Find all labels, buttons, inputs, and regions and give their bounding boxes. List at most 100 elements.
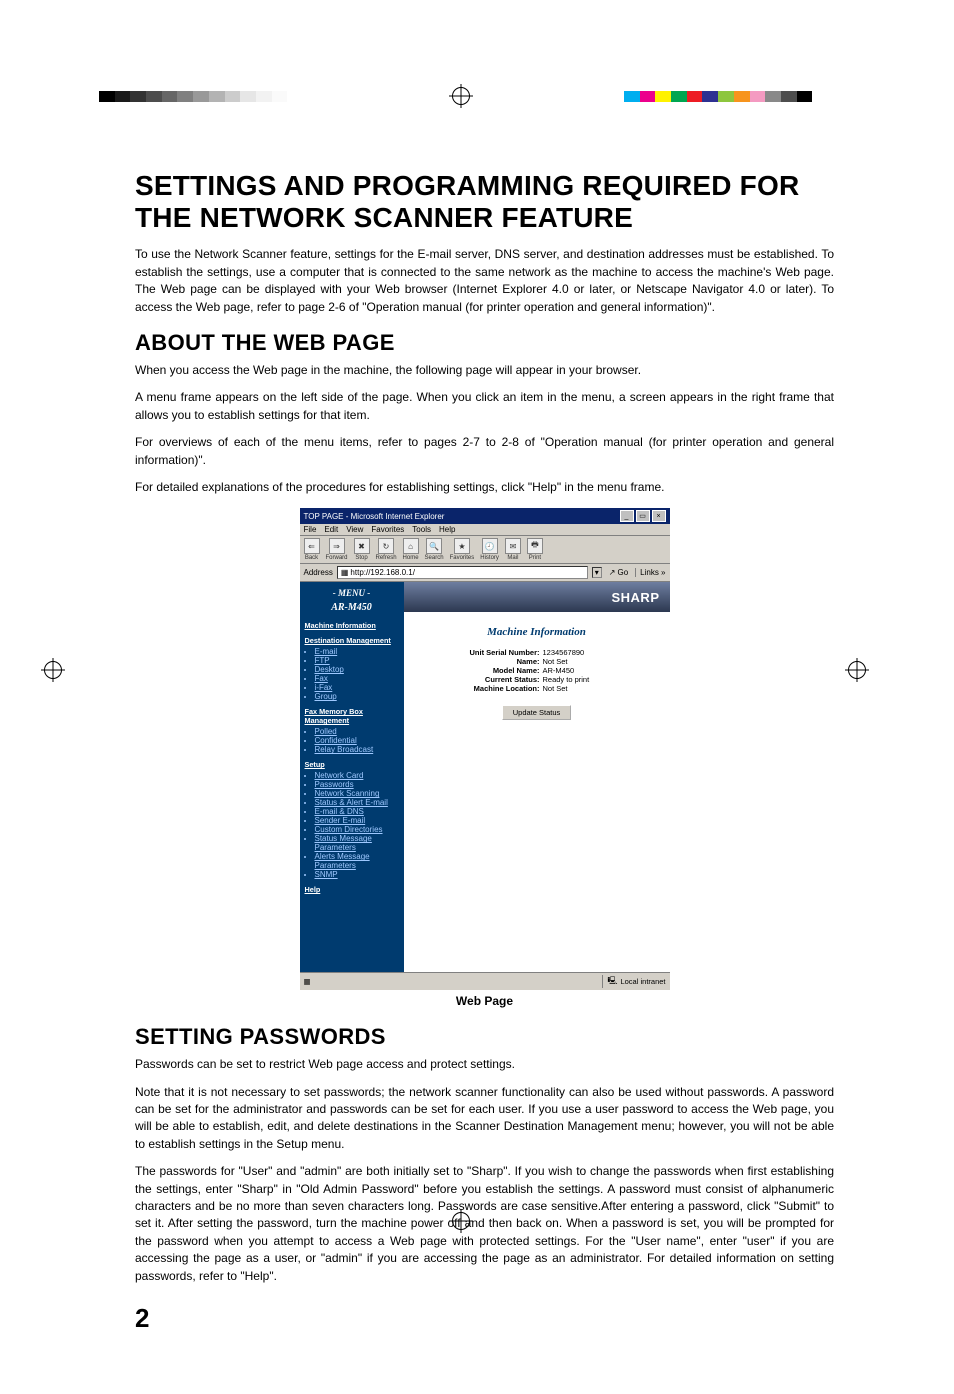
forward-button[interactable]: ⇒Forward <box>326 538 348 561</box>
mi-val-model: AR-M450 <box>543 666 622 675</box>
pw-para-3: The passwords for "User" and "admin" are… <box>135 1163 834 1285</box>
about-para-4: For detailed explanations of the procedu… <box>135 479 834 496</box>
address-dropdown[interactable]: ▾ <box>592 567 602 578</box>
page-icon: ▦ <box>341 568 349 577</box>
registration-mark-right <box>848 661 866 679</box>
mail-button[interactable]: ✉Mail <box>505 538 521 561</box>
registration-mark-left <box>44 661 62 679</box>
search-button[interactable]: 🔍Search <box>425 538 444 561</box>
update-status-button[interactable]: Update Status <box>502 705 572 720</box>
mi-label-status: Current Status: <box>452 675 543 684</box>
menu-favorites[interactable]: Favorites <box>371 525 404 534</box>
menu-help[interactable]: Help <box>439 525 455 534</box>
brand-name: SHARP <box>611 590 659 605</box>
about-para-3: For overviews of each of the menu items,… <box>135 434 834 469</box>
print-button[interactable]: 🖶Print <box>527 538 543 561</box>
menu-tools[interactable]: Tools <box>412 525 431 534</box>
machine-info-link[interactable]: Machine Information <box>305 621 399 630</box>
mi-label-name: Name: <box>452 657 543 666</box>
setup-custom-directories[interactable]: Custom Directories <box>315 825 399 834</box>
dest-desktop[interactable]: Desktop <box>315 665 399 674</box>
address-field[interactable]: ▦ http://192.168.0.1/ <box>337 566 588 579</box>
fax-mem-link[interactable]: Fax Memory Box Management <box>305 707 399 725</box>
browser-menubar: File Edit View Favorites Tools Help <box>300 524 670 536</box>
links-label[interactable]: Links » <box>635 568 665 577</box>
setup-snmp[interactable]: SNMP <box>315 870 399 879</box>
mi-label-location: Machine Location: <box>452 684 543 693</box>
machine-info-table: Unit Serial Number:1234567890 Name:Not S… <box>452 648 622 693</box>
color-bar-right <box>624 91 812 102</box>
fax-confidential[interactable]: Confidential <box>315 736 399 745</box>
setup-network-card[interactable]: Network Card <box>315 771 399 780</box>
page-number: 2 <box>135 1303 834 1334</box>
dest-fax[interactable]: Fax <box>315 674 399 683</box>
history-button[interactable]: 🕘History <box>480 538 499 561</box>
help-link[interactable]: Help <box>305 885 399 894</box>
setup-link[interactable]: Setup <box>305 760 399 769</box>
zone-icon: 🖳 <box>607 975 617 988</box>
status-done-icon: ▦ <box>304 977 311 986</box>
setup-passwords[interactable]: Passwords <box>315 780 399 789</box>
model-label: AR-M450 <box>305 602 399 613</box>
document-page: SETTINGS AND PROGRAMMING REQUIRED FOR TH… <box>0 0 954 1394</box>
pw-para-2: Note that it is not necessary to set pas… <box>135 1084 834 1154</box>
dest-mgmt-link[interactable]: Destination Management <box>305 636 399 645</box>
setup-sender-email[interactable]: Sender E-mail <box>315 816 399 825</box>
fax-items: Polled Confidential Relay Broadcast <box>305 727 399 754</box>
browser-statusbar: ▦ 🖳 Local intranet <box>300 972 670 990</box>
browser-toolbar: ⇐Back ⇒Forward ✖Stop ↻Refresh ⌂Home 🔍Sea… <box>300 536 670 564</box>
address-value: http://192.168.0.1/ <box>350 568 415 577</box>
mi-val-status: Ready to print <box>543 675 622 684</box>
dest-ifax[interactable]: i-Fax <box>315 683 399 692</box>
mi-val-name: Not Set <box>543 657 622 666</box>
about-para-1: When you access the Web page in the mach… <box>135 362 834 379</box>
menu-frame: - MENU - AR-M450 Machine Information Des… <box>300 582 404 972</box>
refresh-button[interactable]: ↻Refresh <box>376 538 397 561</box>
menu-file[interactable]: File <box>304 525 317 534</box>
right-frame: SHARP Machine Information Unit Serial Nu… <box>404 582 670 972</box>
setup-status-msg-params[interactable]: Status Message Parameters <box>315 834 399 852</box>
window-title: TOP PAGE - Microsoft Internet Explorer <box>304 512 445 521</box>
registration-mark-top <box>452 87 470 105</box>
dest-group[interactable]: Group <box>315 692 399 701</box>
minimize-button[interactable]: _ <box>620 510 634 522</box>
setup-status-alert-email[interactable]: Status & Alert E-mail <box>315 798 399 807</box>
mi-val-serial: 1234567890 <box>543 648 622 657</box>
intro-paragraph: To use the Network Scanner feature, sett… <box>135 246 834 316</box>
home-button[interactable]: ⌂Home <box>403 538 419 561</box>
stop-button[interactable]: ✖Stop <box>354 538 370 561</box>
brand-banner: SHARP <box>404 582 670 612</box>
address-bar-row: Address ▦ http://192.168.0.1/ ▾ ↗Go Link… <box>300 564 670 582</box>
about-heading: ABOUT THE WEB PAGE <box>135 330 834 356</box>
screenshot-caption: Web Page <box>135 994 834 1008</box>
mi-label-model: Model Name: <box>452 666 543 675</box>
content-frame: - MENU - AR-M450 Machine Information Des… <box>300 582 670 972</box>
menu-view[interactable]: View <box>346 525 363 534</box>
dest-email[interactable]: E-mail <box>315 647 399 656</box>
fax-relay[interactable]: Relay Broadcast <box>315 745 399 754</box>
close-button[interactable]: × <box>652 510 666 522</box>
color-bar-left <box>99 91 303 102</box>
address-label: Address <box>304 568 333 577</box>
setup-alerts-msg-params[interactable]: Alerts Message Parameters <box>315 852 399 870</box>
registration-mark-bottom <box>452 1212 470 1230</box>
browser-titlebar: TOP PAGE - Microsoft Internet Explorer _… <box>300 508 670 524</box>
security-zone: 🖳 Local intranet <box>602 975 665 988</box>
machine-info-title: Machine Information <box>404 626 670 638</box>
main-title: SETTINGS AND PROGRAMMING REQUIRED FOR TH… <box>135 170 834 234</box>
maximize-button[interactable]: ▭ <box>636 510 650 522</box>
pw-para-1: Passwords can be set to restrict Web pag… <box>135 1056 834 1073</box>
setup-network-scanning[interactable]: Network Scanning <box>315 789 399 798</box>
dest-items: E-mail FTP Desktop Fax i-Fax Group <box>305 647 399 701</box>
setup-items: Network Card Passwords Network Scanning … <box>305 771 399 879</box>
zone-label: Local intranet <box>620 977 665 986</box>
passwords-heading: SETTING PASSWORDS <box>135 1024 834 1050</box>
setup-email-dns[interactable]: E-mail & DNS <box>315 807 399 816</box>
favorites-button[interactable]: ★Favorites <box>450 538 475 561</box>
fax-polled[interactable]: Polled <box>315 727 399 736</box>
go-button[interactable]: ↗Go <box>606 568 631 577</box>
about-para-2: A menu frame appears on the left side of… <box>135 389 834 424</box>
back-button[interactable]: ⇐Back <box>304 538 320 561</box>
dest-ftp[interactable]: FTP <box>315 656 399 665</box>
menu-edit[interactable]: Edit <box>324 525 338 534</box>
